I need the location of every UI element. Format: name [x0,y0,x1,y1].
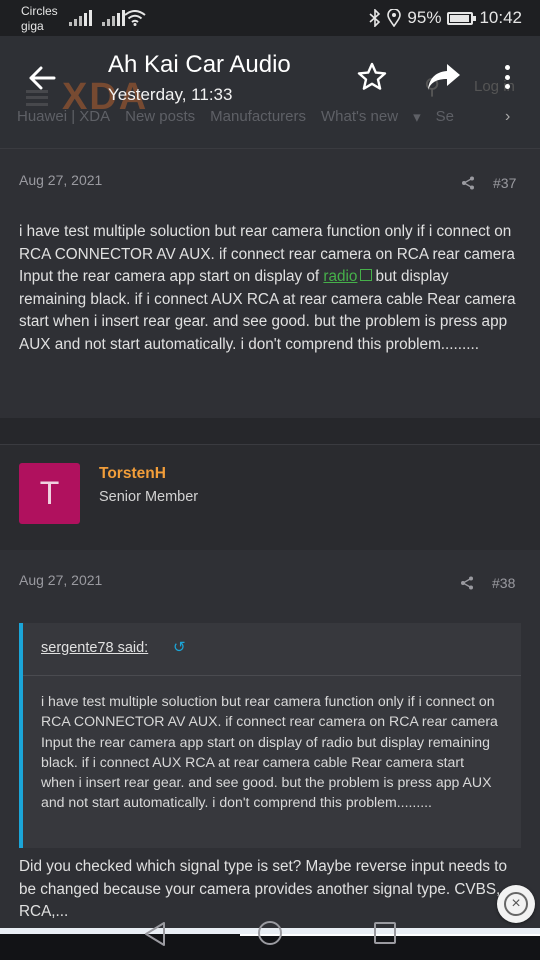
battery-percent: 95% [407,8,442,27]
nav-dropdown-icon[interactable]: ▾ [413,108,421,126]
nav-back-icon[interactable] [143,921,167,947]
quote-jump-icon[interactable]: ↺ [173,638,186,656]
share-icon[interactable] [460,576,474,590]
carrier-label: Circles giga [21,4,58,33]
more-vertical-icon[interactable] [496,62,518,92]
avatar[interactable]: T [19,463,80,524]
thread-title-block: Ah Kai Car Audio Yesterday, 11:33 [108,51,291,105]
close-circle-icon: × [504,892,528,916]
back-button[interactable] [22,58,62,98]
nav-recents-icon[interactable] [374,922,396,944]
post-body: Did you checked which signal type is set… [19,858,508,920]
battery-icon [447,11,477,25]
close-ad-button[interactable]: × [497,885,535,923]
external-link-icon [360,269,373,281]
post-date: Aug 27, 2021 [19,572,103,588]
quote-author-link[interactable]: sergente78 said: [41,640,148,656]
post-number[interactable]: #37 [493,175,516,191]
post-38: Aug 27, 2021 #38 sergente78 said: ↺ i ha… [0,550,540,930]
nav-item-huawei[interactable]: Huawei | XDA [17,108,110,126]
author-name[interactable]: TorstenH [99,465,166,483]
author-role: Senior Member [99,489,199,505]
quote-block: sergente78 said: ↺ i have test multiple … [19,623,521,848]
chevron-right-icon[interactable]: › [505,108,510,126]
signal-icon [69,10,92,26]
nav-item-manufacturers[interactable]: Manufacturers [210,108,306,126]
quote-text: i have test multiple soluction but rear … [41,693,498,811]
thread-title: Ah Kai Car Audio [108,51,291,78]
post-number[interactable]: #38 [492,575,515,591]
wifi-icon [124,10,146,26]
post-date: Aug 27, 2021 [19,172,103,188]
status-right: 95% 10:42 [369,8,522,28]
nav-item-new-posts[interactable]: New posts [125,108,195,126]
quote-divider [23,675,521,676]
thread-subtitle: Yesterday, 11:33 [108,85,233,104]
post-37: Aug 27, 2021 #37 i have test multiple so… [0,148,540,418]
nav-item-search[interactable]: Se [436,108,454,126]
post-author-block: T TorstenH Senior Member [0,444,540,550]
signal-icon-2 [102,10,125,26]
nav-home-icon[interactable] [258,921,282,945]
radio-link[interactable]: radio [323,268,357,285]
arrow-left-icon [29,66,56,90]
status-bar: Circles giga 95% 10:42 [0,0,540,36]
forum-nav: Huawei | XDA New posts Manufacturers Wha… [17,108,454,126]
nav-item-whats-new[interactable]: What's new [321,108,398,126]
clock: 10:42 [479,8,522,27]
bluetooth-icon [369,9,381,27]
location-icon [387,9,402,27]
post-body: i have test multiple soluction but rear … [19,223,516,353]
star-icon[interactable] [356,61,388,93]
share-icon[interactable] [461,176,475,190]
share-arrow-icon[interactable] [426,62,462,92]
